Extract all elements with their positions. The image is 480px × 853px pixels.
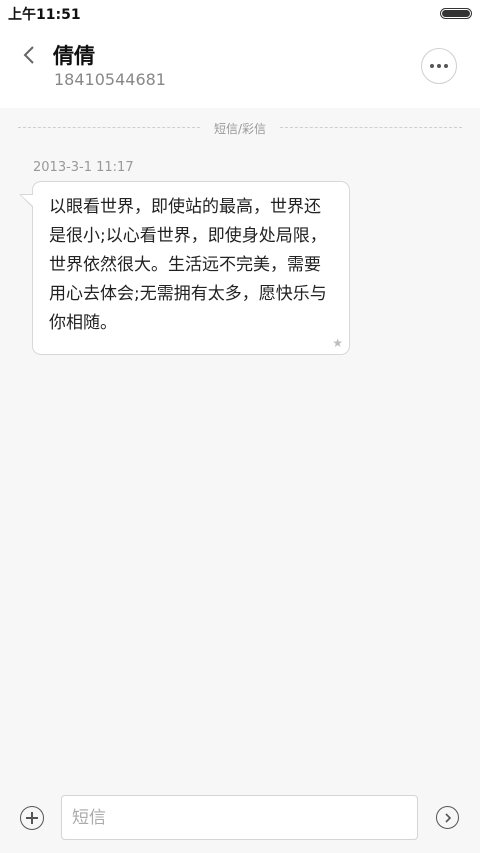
conversation-header: 倩倩 18410544681 bbox=[0, 26, 480, 108]
message-text: 以眼看世界，即使站的最高，世界还是很小;以心看世界，即使身处局限，世界依然很大。… bbox=[49, 197, 327, 333]
message-bubble[interactable]: 以眼看世界，即使站的最高，世界还是很小;以心看世界，即使身处局限，世界依然很大。… bbox=[19, 181, 350, 355]
bubble-tail bbox=[21, 195, 34, 207]
compose-bar bbox=[0, 788, 480, 853]
more-horizontal-icon bbox=[444, 64, 448, 68]
battery-fill bbox=[442, 10, 470, 17]
back-button[interactable] bbox=[14, 40, 44, 70]
message-type-divider: 短信/彩信 bbox=[18, 120, 462, 137]
more-options-button[interactable] bbox=[421, 48, 457, 84]
divider-line bbox=[280, 127, 462, 128]
chevron-left-icon bbox=[23, 46, 34, 64]
status-time: 上午11:51 bbox=[8, 7, 81, 23]
more-horizontal-icon bbox=[430, 64, 434, 68]
contact-number: 18410544681 bbox=[54, 70, 166, 89]
divider-label: 短信/彩信 bbox=[207, 120, 273, 137]
more-horizontal-icon bbox=[437, 64, 441, 68]
send-button[interactable] bbox=[436, 806, 459, 829]
message-timestamp: 2013-3-1 11:17 bbox=[33, 160, 134, 175]
plus-circle-icon[interactable] bbox=[20, 806, 44, 830]
message-thread[interactable]: 短信/彩信 2013-3-1 11:17 以眼看世界，即使站的最高，世界还是很小… bbox=[0, 108, 480, 788]
send-arrow-icon bbox=[444, 812, 451, 823]
star-icon: ★ bbox=[332, 336, 343, 350]
message-input[interactable] bbox=[61, 795, 418, 840]
divider-line bbox=[18, 127, 200, 128]
battery-icon bbox=[440, 8, 472, 19]
contact-name: 倩倩 bbox=[53, 44, 95, 68]
status-bar: 上午11:51 bbox=[0, 0, 480, 26]
